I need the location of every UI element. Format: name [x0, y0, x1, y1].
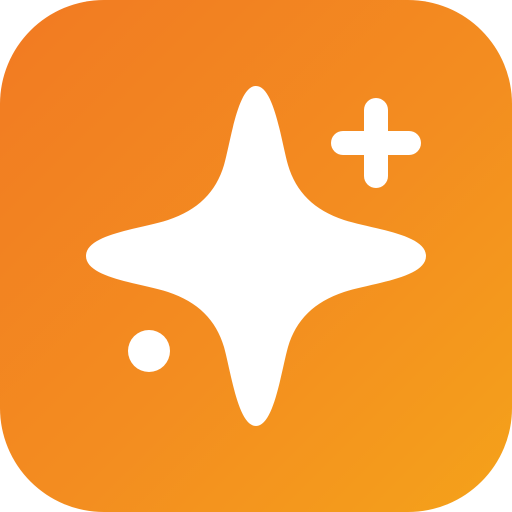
- app-icon-artwork: [86, 86, 426, 426]
- app-icon: [0, 0, 512, 512]
- dot-icon: [128, 330, 170, 372]
- plus-icon: [331, 98, 421, 188]
